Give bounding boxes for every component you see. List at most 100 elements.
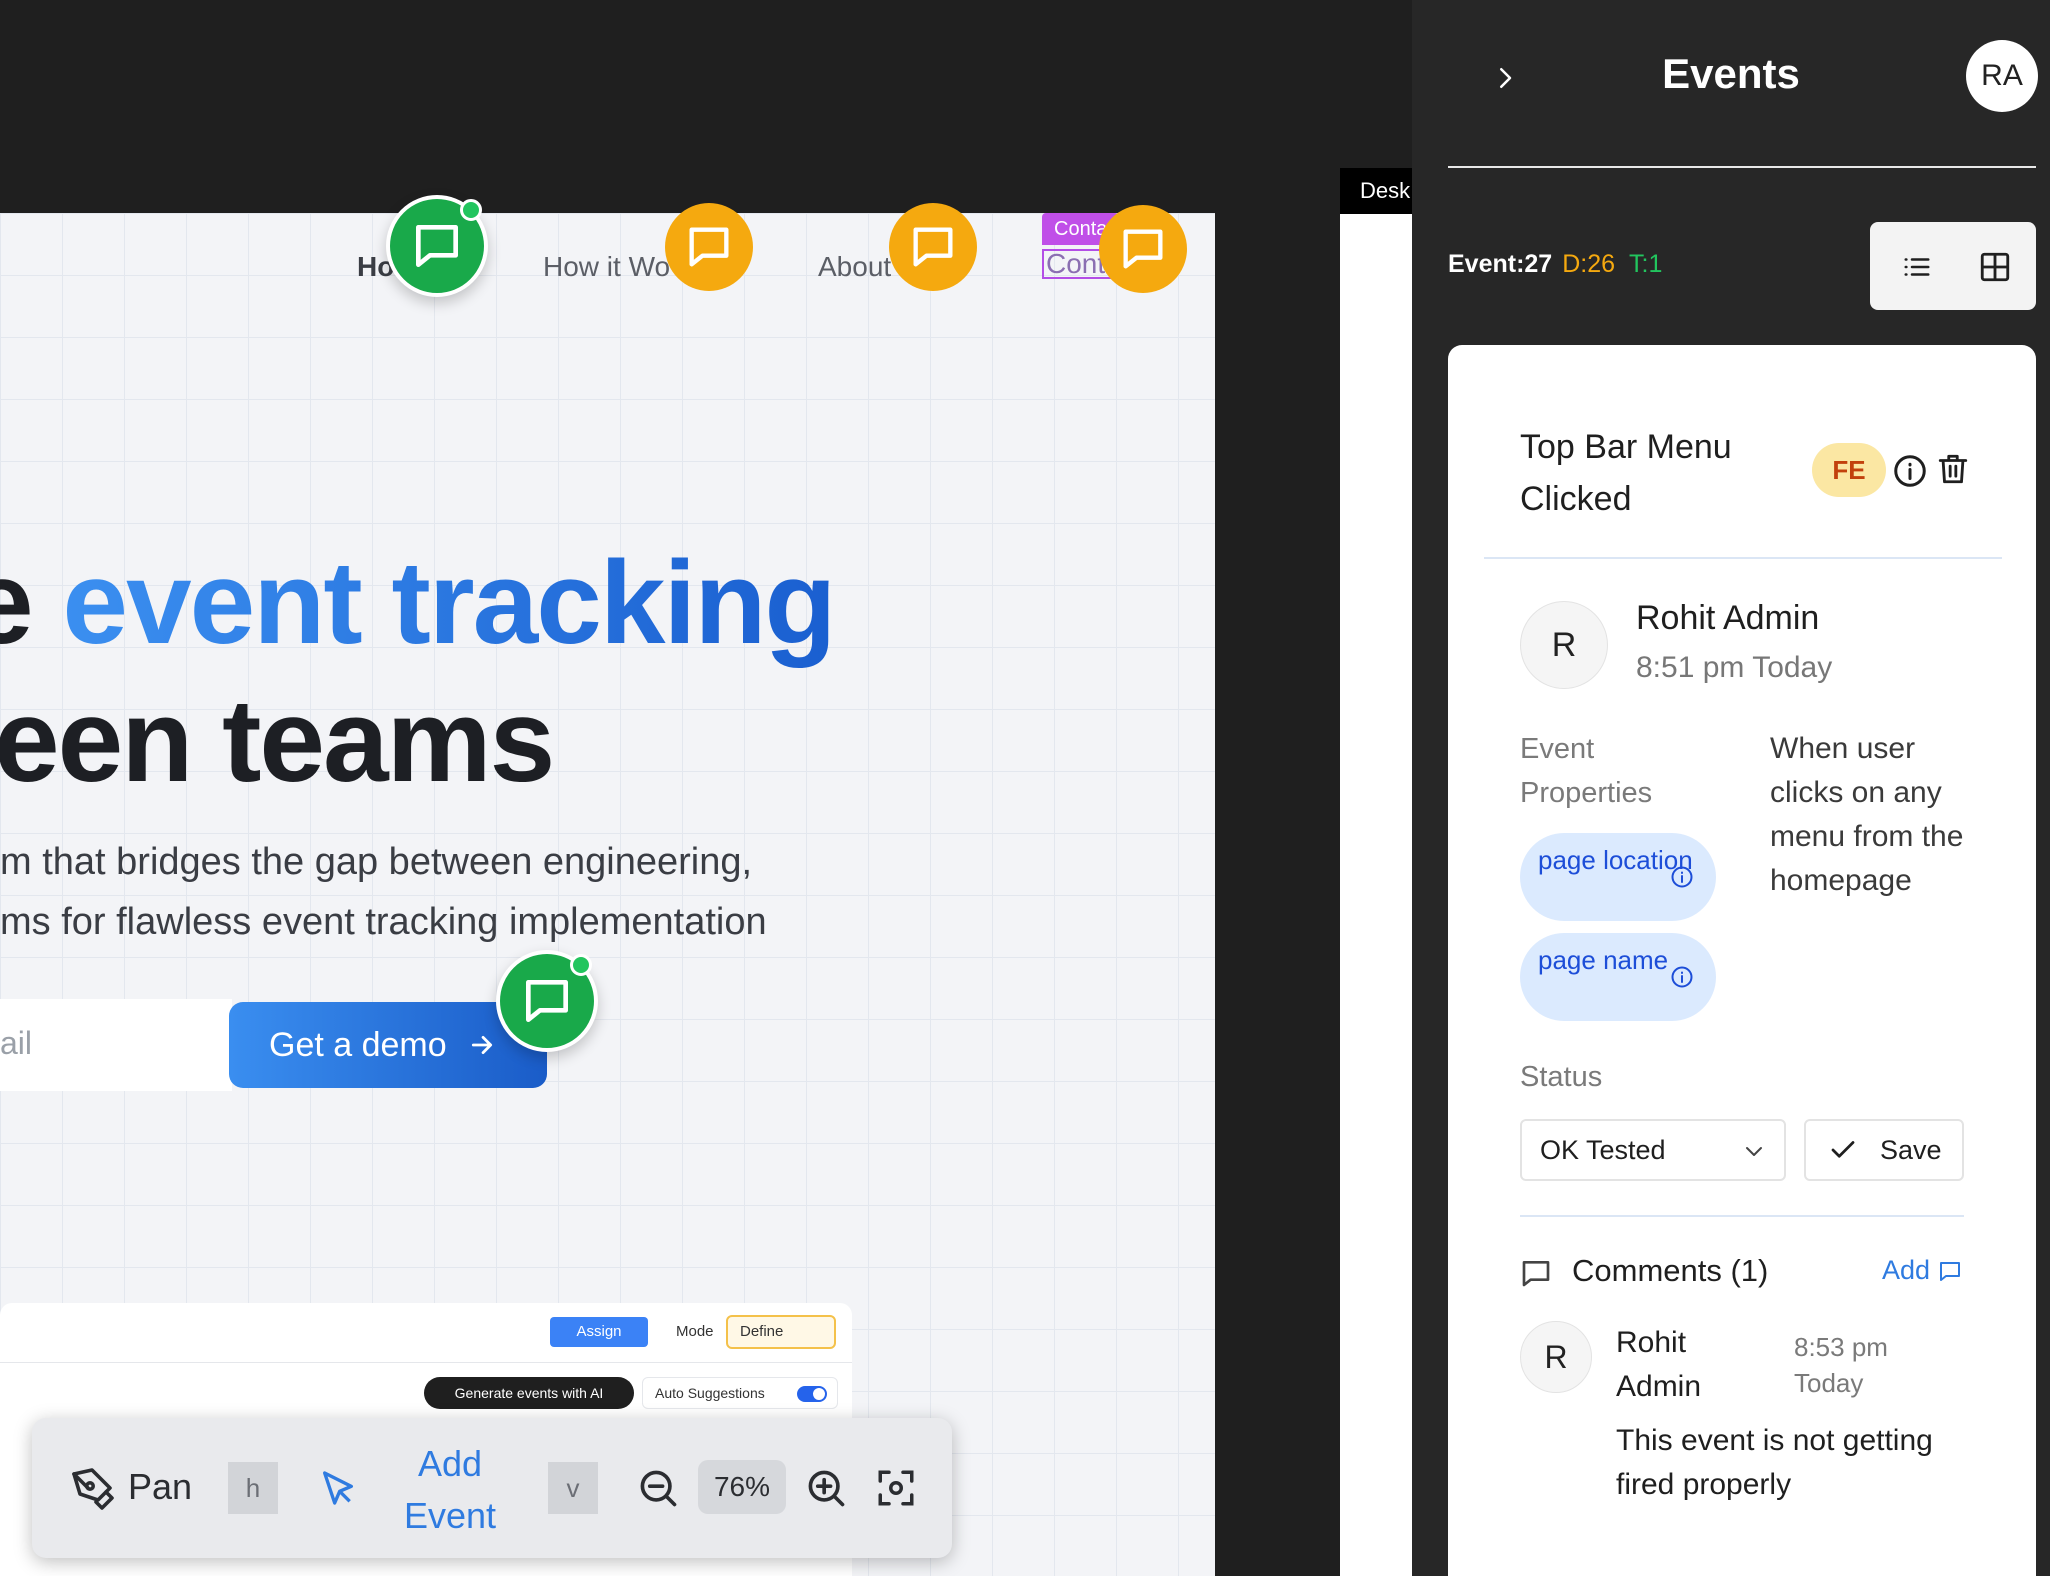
add-comment-label: Add — [1882, 1255, 1931, 1285]
add-event-shortcut-key: v — [548, 1462, 598, 1514]
owner-name: Rohit Admin — [1636, 599, 1820, 637]
add-comment-button[interactable]: Add — [1882, 1255, 1962, 1286]
owner-timestamp: 8:51 pm Today — [1636, 651, 1833, 684]
toggle-switch[interactable] — [797, 1386, 827, 1402]
comment-pin[interactable] — [1099, 205, 1187, 293]
comment-pin[interactable] — [889, 203, 977, 291]
focus-frame-icon — [878, 1470, 914, 1506]
frontend-badge: FE — [1812, 443, 1886, 497]
hero-accent: event tracking — [62, 537, 836, 669]
tested-count: T:1 — [1629, 250, 1663, 278]
status-value: OK Tested — [1540, 1135, 1666, 1165]
pan-tool-label[interactable]: Pan — [128, 1466, 192, 1508]
divider — [1448, 166, 2036, 168]
email-input[interactable]: ail — [0, 999, 232, 1091]
comment-timestamp: 8:53 pm Today — [1794, 1332, 1888, 1398]
pen-tool-icon — [72, 1468, 114, 1510]
status-select[interactable]: OK Tested — [1520, 1119, 1786, 1181]
event-count: Event:27 — [1448, 250, 1553, 278]
canvas-toolbar: Pan h Add Event v 76% — [32, 1418, 952, 1558]
defined-count: D:26 — [1562, 250, 1616, 278]
trash-icon — [1938, 454, 1968, 484]
grid-icon — [1980, 252, 2010, 282]
website-preview[interactable]: Conta Ho How it Wo About Cont e event tr… — [0, 213, 1215, 1576]
view-toggle — [1870, 222, 2036, 310]
desktop-frame-tab[interactable]: Desk — [1340, 168, 1412, 214]
panel-title: Events — [1662, 50, 1800, 97]
arrow-right-icon — [471, 1036, 492, 1054]
event-info-button[interactable] — [1892, 453, 1928, 489]
generate-events-button[interactable]: Generate events with AI — [424, 1377, 634, 1409]
add-event-tool-button[interactable] — [310, 1460, 366, 1516]
event-description: When user clicks on any menu from the ho… — [1770, 732, 1964, 897]
save-label: Save — [1880, 1134, 1942, 1165]
fit-to-screen-button[interactable] — [870, 1462, 922, 1514]
hero-prefix: e — [0, 537, 62, 669]
nav-about[interactable]: About — [818, 251, 891, 283]
info-icon[interactable] — [1670, 865, 1694, 889]
hero-heading-line2: een teams — [0, 675, 555, 807]
chevron-down-icon — [1746, 1147, 1762, 1156]
info-icon[interactable] — [1670, 965, 1694, 989]
comment-add-icon — [1940, 1261, 1961, 1281]
divider — [1520, 1215, 1964, 1217]
comment-pin-resolved[interactable] — [386, 195, 488, 297]
property-chip[interactable]: page location — [1520, 833, 1716, 921]
delete-event-button[interactable] — [1936, 449, 1972, 489]
email-placeholder: ail — [0, 1025, 33, 1061]
event-properties-label: Event Properties — [1520, 733, 1653, 809]
status-dot — [460, 199, 482, 221]
user-avatar[interactable]: RA — [1966, 40, 2038, 112]
comment-bubble-icon — [1123, 229, 1163, 269]
grid-view-button[interactable] — [1972, 244, 2018, 290]
comment-author: Rohit Admin — [1616, 1326, 1702, 1403]
mode-select[interactable]: Define — [726, 1315, 836, 1349]
events-panel: Events RA Event:27 D:26 T:1 Top Bar Menu C… — [1412, 0, 2050, 1576]
property-chip-label: page name — [1538, 945, 1669, 975]
divider — [1484, 557, 2002, 559]
status-dot — [570, 954, 592, 976]
list-view-button[interactable] — [1894, 244, 1940, 290]
comment-bubble-icon — [689, 227, 729, 267]
hero-subtitle-line1: m that bridges the gap between engineeri… — [0, 841, 753, 883]
comment-pin-resolved[interactable] — [496, 950, 598, 1052]
mode-label: Mode — [676, 1323, 714, 1340]
save-button[interactable]: Save — [1804, 1119, 1964, 1181]
auto-suggestions-label: Auto Suggestions — [655, 1385, 765, 1401]
owner-avatar: R — [1520, 601, 1608, 689]
comment-author-avatar: R — [1520, 1321, 1592, 1393]
zoom-out-button[interactable] — [632, 1462, 684, 1514]
cursor-arrow-icon — [323, 1471, 353, 1505]
comment-icon — [1522, 1261, 1550, 1287]
zoom-in-icon — [808, 1470, 845, 1507]
assign-button[interactable]: Assign — [550, 1317, 648, 1347]
list-icon — [1904, 258, 1930, 276]
comment-bubble-icon — [416, 225, 458, 267]
auto-suggestions-toggle[interactable]: Auto Suggestions — [642, 1377, 838, 1409]
canvas-area[interactable]: Conta Ho How it Wo About Cont e event tr… — [0, 0, 1412, 1576]
mockup-toolbar: Assign Mode Define — [0, 1303, 852, 1363]
event-counts: Event:27 D:26 T:1 — [1448, 250, 1662, 279]
comments-title: Comments (1) — [1572, 1253, 1769, 1288]
add-event-tool-label[interactable]: Add Event — [382, 1438, 518, 1542]
info-icon — [1894, 455, 1926, 487]
comment-pin[interactable] — [665, 203, 753, 291]
event-card[interactable]: Top Bar Menu Clicked FE R Rohit Admin 8:… — [1448, 345, 2036, 1576]
event-title: Top Bar Menu Clicked — [1520, 428, 1732, 518]
hero-subtitle-line2: ms for flawless event tracking implement… — [0, 901, 767, 943]
desktop-frame-preview[interactable] — [1340, 168, 1412, 1576]
status-label: Status — [1520, 1061, 1603, 1093]
comment-bubble-icon — [913, 227, 953, 267]
zoom-in-button[interactable] — [800, 1462, 852, 1514]
check-icon — [1831, 1141, 1855, 1158]
nav-how-it-works[interactable]: How it Wo — [543, 251, 670, 283]
hero-heading-line1: e event tracking — [0, 535, 837, 671]
zoom-out-icon — [640, 1470, 677, 1507]
pan-tool-button[interactable] — [64, 1460, 120, 1516]
zoom-level[interactable]: 76% — [698, 1460, 786, 1514]
pan-shortcut-key: h — [228, 1462, 278, 1514]
comment-bubble-icon — [526, 980, 568, 1022]
get-demo-label: Get a demo — [269, 1025, 447, 1064]
comment-text: This event is not getting fired properly — [1616, 1424, 1933, 1501]
property-chip[interactable]: page name — [1520, 933, 1716, 1021]
